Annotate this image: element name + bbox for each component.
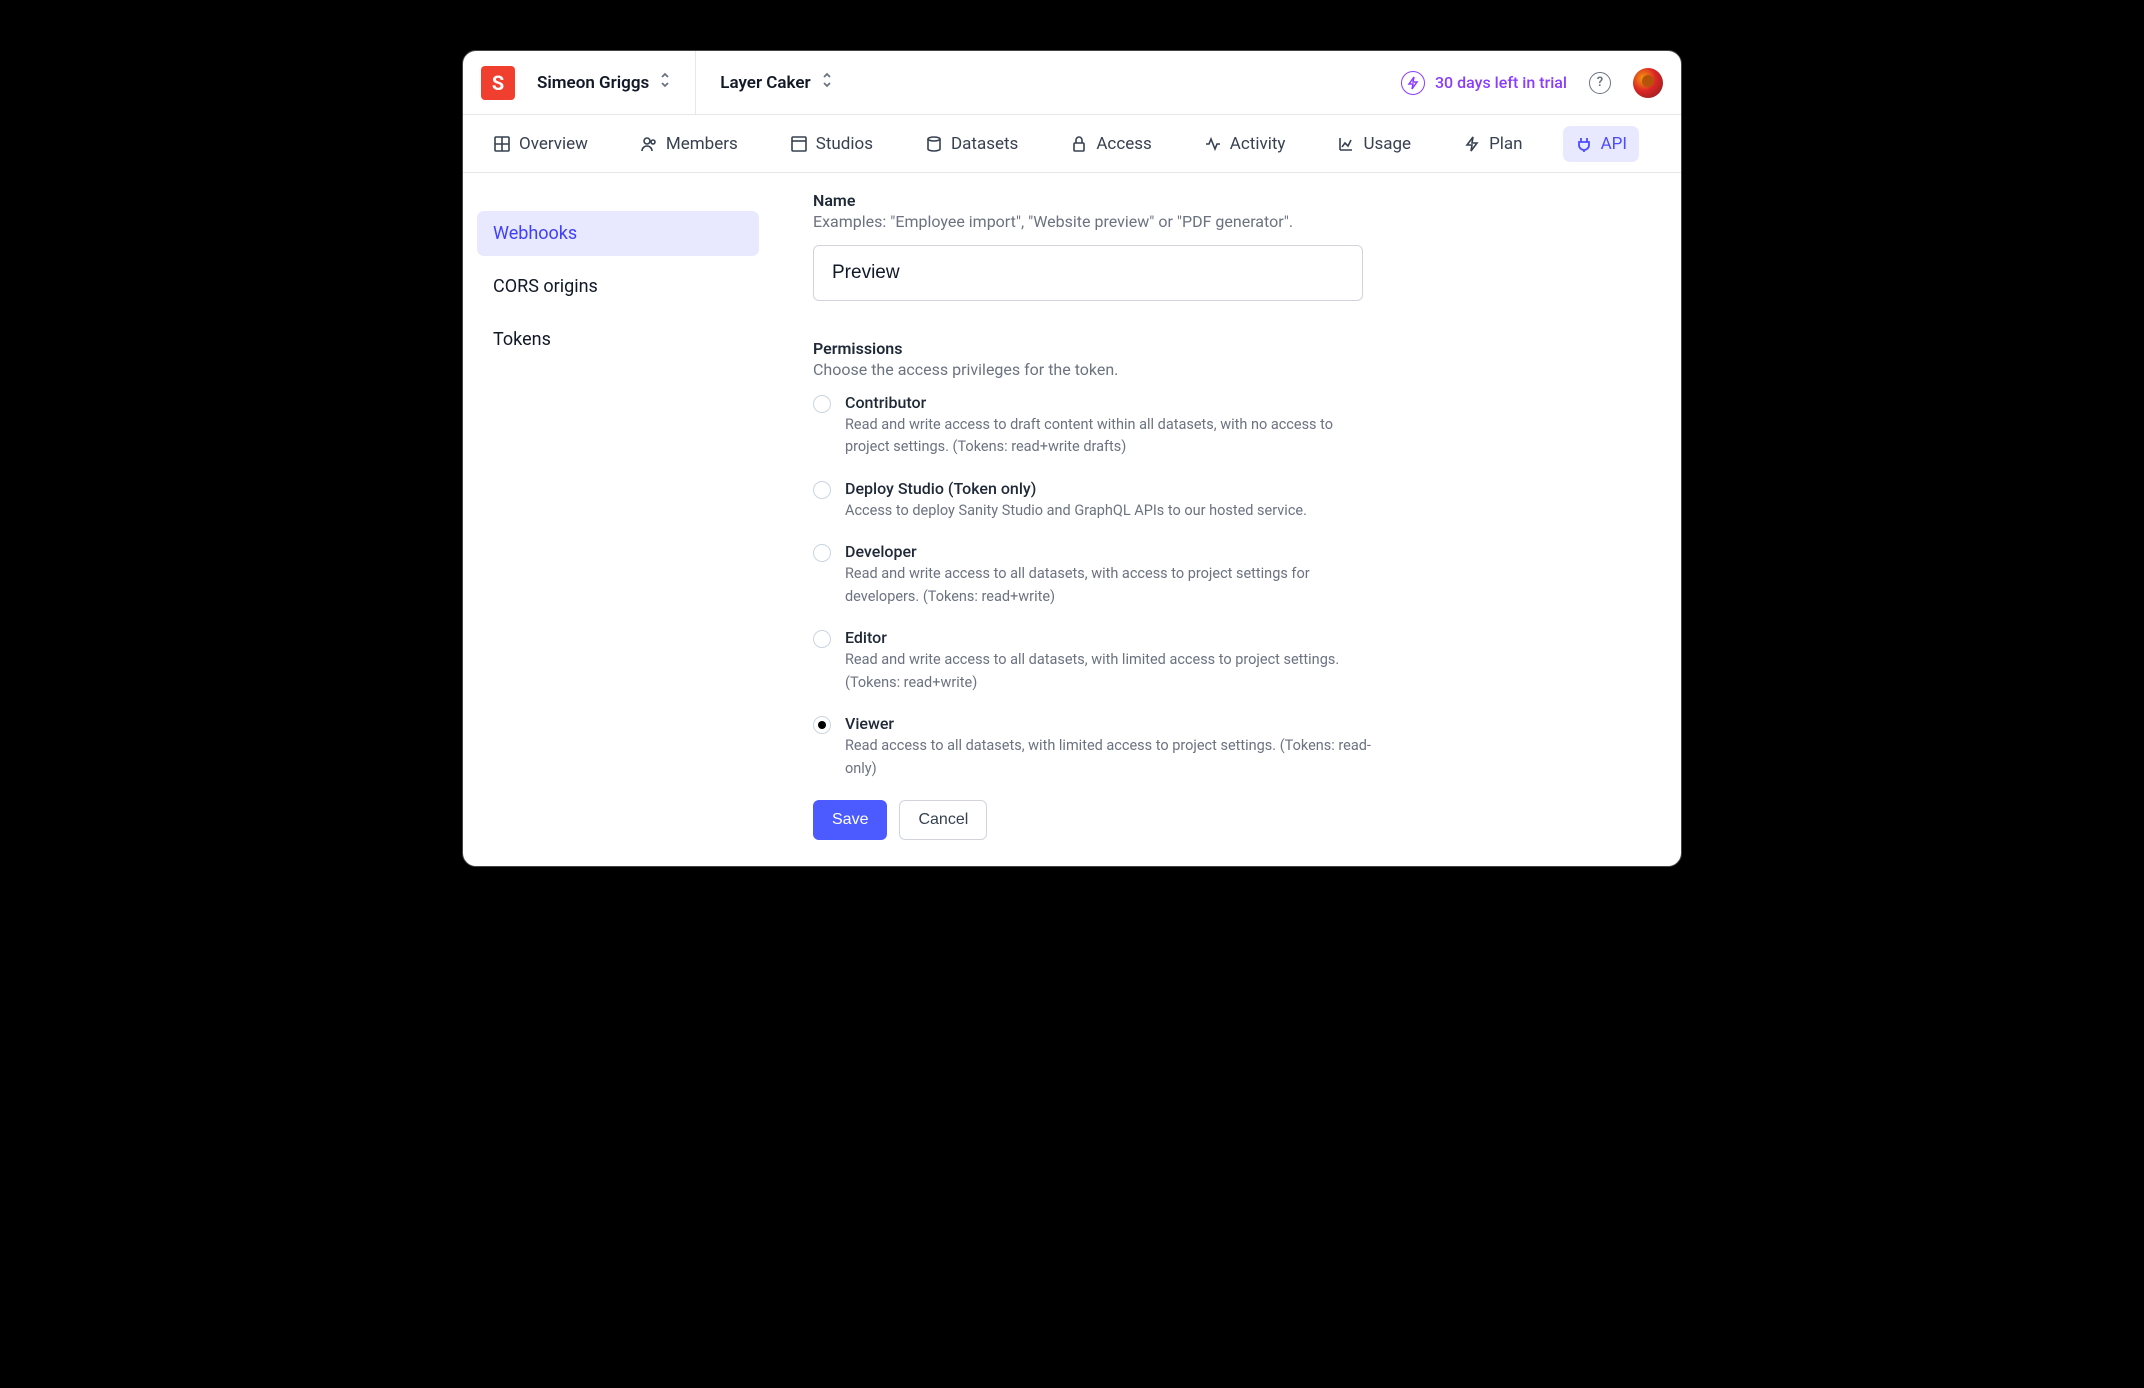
- bolt-icon: [1463, 135, 1481, 153]
- sidebar-item-webhooks[interactable]: Webhooks: [477, 211, 759, 256]
- trial-text: 30 days left in trial: [1435, 73, 1567, 92]
- tabbar: Overview Members Studios Datasets Access: [463, 115, 1681, 173]
- tab-usage[interactable]: Usage: [1325, 126, 1423, 162]
- save-button[interactable]: Save: [813, 800, 887, 840]
- trial-banner[interactable]: 30 days left in trial: [1401, 71, 1567, 95]
- database-icon: [925, 135, 943, 153]
- tab-settings[interactable]: Settings: [1667, 126, 1682, 162]
- workspace-name: Simeon Griggs: [537, 73, 649, 93]
- chevron-updown-icon: [821, 72, 833, 93]
- chevron-updown-icon: [659, 72, 671, 93]
- api-sidebar: Webhooks CORS origins Tokens: [463, 173, 773, 866]
- name-label: Name: [813, 191, 1641, 210]
- tab-overview[interactable]: Overview: [481, 126, 600, 162]
- brand-logo[interactable]: S: [481, 66, 515, 100]
- app-window: S Simeon Griggs Layer Caker 30 days left…: [462, 50, 1682, 867]
- tab-studios[interactable]: Studios: [778, 126, 885, 162]
- plug-icon: [1575, 135, 1593, 153]
- permissions-help: Choose the access privileges for the tok…: [813, 360, 1641, 379]
- separator: [695, 51, 696, 115]
- cancel-button[interactable]: Cancel: [899, 800, 987, 840]
- tab-datasets[interactable]: Datasets: [913, 126, 1030, 162]
- radio-deploy[interactable]: Deploy Studio (Token only) Access to dep…: [813, 479, 1373, 522]
- content-area: Webhooks CORS origins Tokens Name Exampl…: [463, 173, 1681, 866]
- permissions-label: Permissions: [813, 339, 1641, 358]
- gear-icon: [1679, 135, 1682, 153]
- radio-title: Developer: [845, 542, 1373, 561]
- radio-developer[interactable]: Developer Read and write access to all d…: [813, 542, 1373, 608]
- form-actions: Save Cancel: [813, 800, 1641, 840]
- radio-icon: [813, 395, 831, 413]
- topbar: S Simeon Griggs Layer Caker 30 days left…: [463, 51, 1681, 115]
- tab-members[interactable]: Members: [628, 126, 750, 162]
- tab-plan[interactable]: Plan: [1451, 126, 1535, 162]
- radio-desc: Read and write access to all datasets, w…: [845, 563, 1373, 608]
- radio-contributor[interactable]: Contributor Read and write access to dra…: [813, 393, 1373, 459]
- permissions-radio-group: Contributor Read and write access to dra…: [813, 393, 1641, 780]
- radio-viewer[interactable]: Viewer Read access to all datasets, with…: [813, 714, 1373, 780]
- radio-title: Deploy Studio (Token only): [845, 479, 1307, 498]
- sidebar-item-cors[interactable]: CORS origins: [477, 264, 759, 309]
- bolt-icon: [1401, 71, 1425, 95]
- avatar[interactable]: [1633, 68, 1663, 98]
- radio-desc: Read and write access to draft content w…: [845, 414, 1373, 459]
- users-icon: [640, 135, 658, 153]
- radio-title: Editor: [845, 628, 1373, 647]
- radio-desc: Access to deploy Sanity Studio and Graph…: [845, 500, 1307, 522]
- radio-icon: [813, 481, 831, 499]
- tab-activity[interactable]: Activity: [1192, 126, 1298, 162]
- radio-icon: [813, 630, 831, 648]
- radio-desc: Read access to all datasets, with limite…: [845, 735, 1373, 780]
- lock-icon: [1070, 135, 1088, 153]
- name-input[interactable]: [813, 245, 1363, 301]
- project-name: Layer Caker: [720, 73, 810, 93]
- radio-icon: [813, 544, 831, 562]
- layout-icon: [790, 135, 808, 153]
- radio-title: Contributor: [845, 393, 1373, 412]
- radio-desc: Read and write access to all datasets, w…: [845, 649, 1373, 694]
- tab-api[interactable]: API: [1563, 126, 1639, 162]
- chart-icon: [1337, 135, 1355, 153]
- token-form: Name Examples: "Employee import", "Websi…: [773, 173, 1681, 866]
- radio-icon: [813, 716, 831, 734]
- radio-title: Viewer: [845, 714, 1373, 733]
- tab-access[interactable]: Access: [1058, 126, 1163, 162]
- radio-editor[interactable]: Editor Read and write access to all data…: [813, 628, 1373, 694]
- dashboard-icon: [493, 135, 511, 153]
- workspace-switcher[interactable]: Simeon Griggs: [537, 72, 695, 93]
- help-icon[interactable]: ?: [1589, 72, 1611, 94]
- name-help: Examples: "Employee import", "Website pr…: [813, 212, 1641, 231]
- project-switcher[interactable]: Layer Caker: [720, 72, 856, 93]
- activity-icon: [1204, 135, 1222, 153]
- sidebar-item-tokens[interactable]: Tokens: [477, 317, 759, 362]
